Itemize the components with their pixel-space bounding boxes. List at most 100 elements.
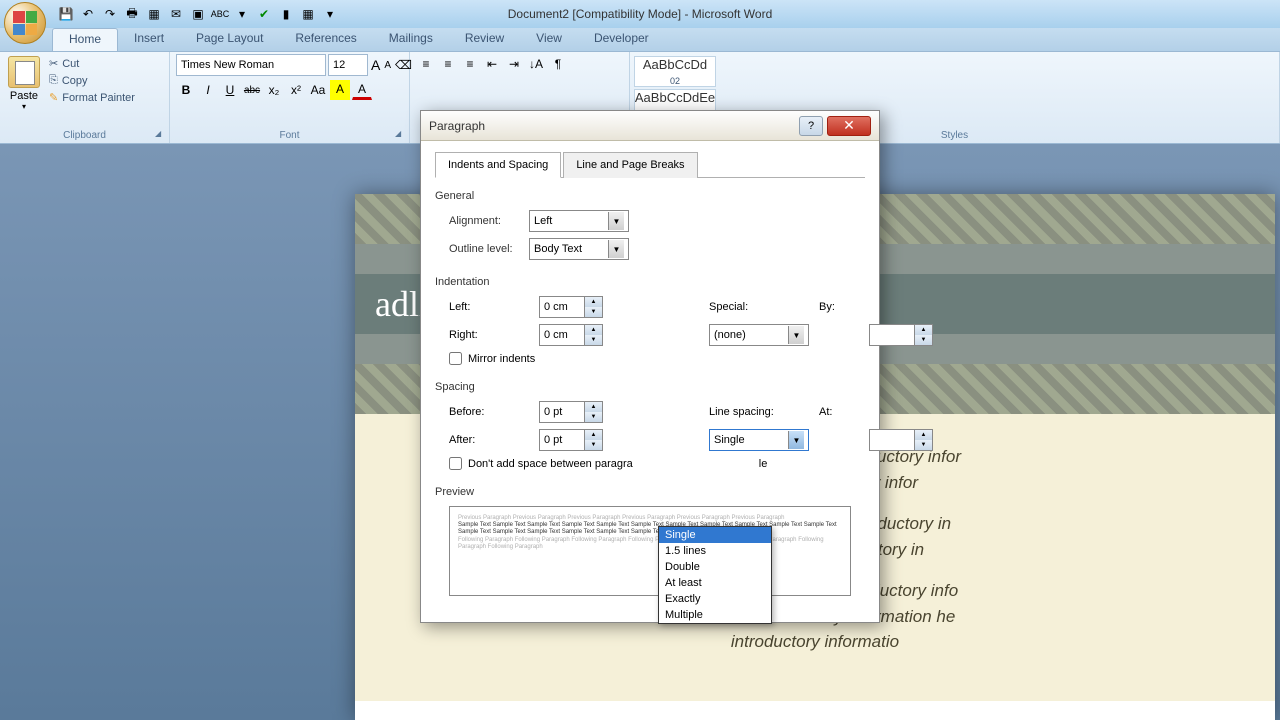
special-select[interactable]: (none)▼ [709,324,809,346]
after-spinner[interactable]: ▲▼ [539,429,603,451]
italic-button[interactable]: I [198,80,218,100]
strike-button[interactable]: abc [242,80,262,100]
preview-box: Previous Paragraph Previous Paragraph Pr… [449,506,851,596]
dialog-titlebar[interactable]: Paragraph ? ✕ [421,111,879,141]
grid-icon[interactable]: ▦ [298,4,318,24]
font-color-button[interactable]: A [352,80,372,100]
preview-icon[interactable]: ▦ [144,4,164,24]
dropdown-item[interactable]: At least [659,575,771,591]
font-group: A A ⌫ B I U abc x₂ x² Aa A A Font ◢ [170,52,410,143]
mirror-indents-checkbox[interactable]: Mirror indents [435,352,865,365]
dialog-close-button[interactable]: ✕ [827,116,871,136]
paste-icon [8,56,40,88]
copy-button[interactable]: ⎘Copy [48,73,136,88]
grow-font-button[interactable]: A [370,55,381,75]
highlight-button[interactable]: A [330,80,350,100]
outline-select[interactable]: Body Text▼ [529,238,629,260]
spinner-down-icon[interactable]: ▼ [585,335,602,345]
spinner-down-icon[interactable]: ▼ [585,440,602,450]
style-preview: AaBbCcDd [643,57,707,72]
font-expand-icon[interactable]: ◢ [395,129,407,141]
cut-button[interactable]: ✂Cut [48,56,136,71]
tab-mailings[interactable]: Mailings [373,28,449,51]
spinner-up-icon[interactable]: ▲ [585,297,602,307]
line-spacing-label: Line spacing: [709,406,809,418]
chart-icon[interactable]: ▮ [276,4,296,24]
alignment-select[interactable]: Left▼ [529,210,629,232]
superscript-button[interactable]: x² [286,80,306,100]
spinner-up-icon[interactable]: ▲ [585,402,602,412]
after-label: After: [449,434,529,446]
spinner-down-icon[interactable]: ▼ [915,440,932,450]
spinner-up-icon[interactable]: ▲ [585,430,602,440]
spinner-down-icon[interactable]: ▼ [585,307,602,317]
print-icon[interactable]: 🖶 [122,4,142,24]
multilevel-button[interactable]: ≡ [460,54,480,74]
decrease-indent-button[interactable]: ⇤ [482,54,502,74]
mail-icon[interactable]: ✉ [166,4,186,24]
right-indent-spinner[interactable]: ▲▼ [539,324,603,346]
numbering-button[interactable]: ≡ [438,54,458,74]
clipboard-expand-icon[interactable]: ◢ [155,129,167,141]
format-painter-button[interactable]: ✎Format Painter [48,90,136,105]
dropdown-item[interactable]: Single [659,527,771,543]
tab-developer[interactable]: Developer [578,28,665,51]
dropdown-item[interactable]: Double [659,559,771,575]
cube-icon[interactable]: ▣ [188,4,208,24]
tab-line-page-breaks[interactable]: Line and Page Breaks [563,152,697,178]
left-indent-spinner[interactable]: ▲▼ [539,296,603,318]
spacing-section: Spacing Before: ▲▼ Line spacing: At: Aft… [435,381,865,470]
font-group-label: Font [170,130,409,141]
tab-indents-spacing[interactable]: Indents and Spacing [435,152,561,178]
qat-more-icon[interactable]: ▾ [320,4,340,24]
spinner-up-icon[interactable]: ▲ [585,325,602,335]
before-spinner[interactable]: ▲▼ [539,401,603,423]
spinner-up-icon[interactable]: ▲ [915,430,932,440]
show-marks-button[interactable]: ¶ [548,54,568,74]
paragraph-dialog: Paragraph ? ✕ Indents and Spacing Line a… [420,110,880,623]
line-spacing-dropdown: Single1.5 linesDoubleAt leastExactlyMult… [658,526,772,624]
dropdown-item[interactable]: Multiple [659,607,771,623]
dropdown-item[interactable]: Exactly [659,591,771,607]
special-label: Special: [709,301,809,313]
by-label: By: [819,301,859,313]
ribbon-tabs: Home Insert Page Layout References Maili… [0,28,1280,52]
increase-indent-button[interactable]: ⇥ [504,54,524,74]
shrink-font-button[interactable]: A [383,55,392,75]
tab-insert[interactable]: Insert [118,28,180,51]
font-size-input[interactable] [328,54,368,76]
at-spinner[interactable]: ▲▼ [869,429,933,451]
bullets-button[interactable]: ≡ [416,54,436,74]
paste-label: Paste [10,90,38,102]
dropdown-item[interactable]: 1.5 lines [659,543,771,559]
qat-dropdown-icon[interactable]: ▾ [232,4,252,24]
underline-button[interactable]: U [220,80,240,100]
office-button[interactable] [4,2,46,44]
change-case-button[interactable]: Aa [308,80,328,100]
spinner-up-icon[interactable]: ▲ [915,325,932,335]
undo-icon[interactable]: ↶ [78,4,98,24]
spellcheck-icon[interactable]: ABC [210,4,230,24]
dialog-help-button[interactable]: ? [799,116,823,136]
spinner-down-icon[interactable]: ▼ [585,412,602,422]
by-spinner[interactable]: ▲▼ [869,324,933,346]
paste-dropdown-icon: ▾ [22,102,26,111]
tab-home[interactable]: Home [52,28,118,51]
spinner-down-icon[interactable]: ▼ [915,335,932,345]
sort-button[interactable]: ↓A [526,54,546,74]
chevron-down-icon: ▼ [608,240,624,258]
save-icon[interactable]: 💾 [56,4,76,24]
tab-view[interactable]: View [520,28,578,51]
subscript-button[interactable]: x₂ [264,80,284,100]
dont-add-space-checkbox[interactable]: Don't add space between paragrale [435,457,865,470]
style-item[interactable]: AaBbCcDd02 [634,56,716,87]
tab-review[interactable]: Review [449,28,520,51]
tab-references[interactable]: References [279,28,372,51]
paste-button[interactable]: Paste ▾ [6,54,42,113]
check-icon[interactable]: ✔ [254,4,274,24]
line-spacing-select[interactable]: Single▼ [709,429,809,451]
font-name-input[interactable] [176,54,326,76]
redo-icon[interactable]: ↷ [100,4,120,24]
bold-button[interactable]: B [176,80,196,100]
tab-page-layout[interactable]: Page Layout [180,28,279,51]
